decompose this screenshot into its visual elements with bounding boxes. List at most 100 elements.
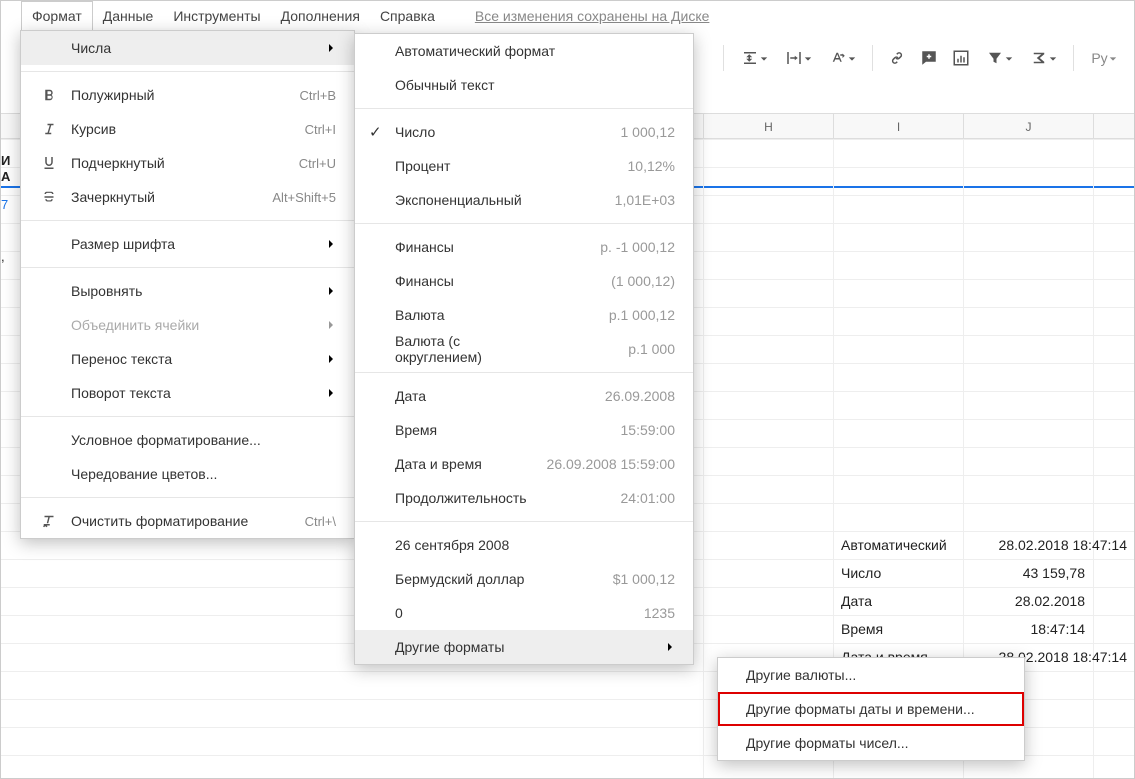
- sample-text: 26.09.2008 15:59:00: [547, 456, 675, 472]
- submenu-arrow-icon: [326, 236, 336, 252]
- fmt-more-formats[interactable]: Другие форматы: [355, 630, 693, 664]
- separator: [723, 45, 724, 71]
- cell-label[interactable]: Время: [835, 615, 961, 643]
- column-header[interactable]: J: [963, 114, 1093, 138]
- menu-align[interactable]: Выровнять: [21, 274, 354, 308]
- menu-help[interactable]: Справка: [370, 2, 445, 30]
- fmt-percent[interactable]: Процент10,12%: [355, 149, 693, 183]
- fmt-time[interactable]: Время 15:59:00: [355, 413, 693, 447]
- menu-rotate[interactable]: Поворот текста: [21, 376, 354, 410]
- menu-item-label: Очистить форматирование: [71, 513, 285, 529]
- sample-text: (1 000,12): [565, 273, 675, 289]
- shortcut: Ctrl+U: [299, 156, 336, 171]
- fmt-duration[interactable]: Продолжительность24:01:00: [355, 481, 693, 515]
- cell-value[interactable]: 28.02.2018: [965, 587, 1091, 615]
- menu-item-label: Валюта: [395, 307, 545, 323]
- clear-format-icon: [35, 512, 63, 530]
- cell-value[interactable]: 18:47:14: [965, 615, 1091, 643]
- cell-label[interactable]: Дата: [835, 587, 961, 615]
- fmt-number[interactable]: ✓Число1 000,12: [355, 115, 693, 149]
- menu-italic[interactable]: КурсивCtrl+I: [21, 112, 354, 146]
- text-wrap-button[interactable]: [778, 44, 818, 72]
- insert-chart-button[interactable]: [947, 44, 975, 72]
- sample-text: $1 000,12: [565, 571, 675, 587]
- menu-clear-format[interactable]: Очистить форматированиеCtrl+\: [21, 504, 354, 538]
- cell-label[interactable]: Автоматический: [835, 531, 981, 559]
- column-header[interactable]: [1093, 114, 1133, 138]
- fmt-scientific[interactable]: Экспоненциальный1,01E+03: [355, 183, 693, 217]
- submenu-arrow-icon: [326, 351, 336, 367]
- text-rotation-button[interactable]: [822, 44, 862, 72]
- menu-cond-format[interactable]: Условное форматирование...: [21, 423, 354, 457]
- menu-item-label: Экспоненциальный: [395, 192, 545, 208]
- menu-font-size[interactable]: Размер шрифта: [21, 227, 354, 261]
- shortcut: Ctrl+B: [300, 88, 336, 103]
- column-header[interactable]: I: [833, 114, 963, 138]
- fmt-custom1[interactable]: 26 сентября 2008: [355, 528, 693, 562]
- insert-link-button[interactable]: [883, 44, 911, 72]
- column-header[interactable]: H: [703, 114, 833, 138]
- fmt-currency2[interactable]: Валюта (с округлением)р.1 000: [355, 332, 693, 366]
- fmt-financial1[interactable]: Финансы р. -1 000,12: [355, 230, 693, 264]
- menu-numbers[interactable]: Числа: [21, 31, 354, 65]
- more-date-time-formats[interactable]: Другие форматы даты и времени...: [718, 692, 1024, 726]
- menu-item-label: Чередование цветов...: [71, 466, 336, 482]
- menu-underline[interactable]: Подчеркнутый Ctrl+U: [21, 146, 354, 180]
- sample-text: р.1 000: [565, 341, 675, 357]
- filter-button[interactable]: [979, 44, 1019, 72]
- input-tools-label: Ру: [1091, 50, 1107, 66]
- menu-bold[interactable]: Полужирный Ctrl+B: [21, 78, 354, 112]
- fmt-auto[interactable]: Автоматический формат: [355, 34, 693, 68]
- menu-item-label: Число: [395, 124, 545, 140]
- functions-button[interactable]: [1023, 44, 1063, 72]
- menu-item-label: Дата: [395, 388, 545, 404]
- sample-text: р. -1 000,12: [565, 239, 675, 255]
- number-format-submenu: Автоматический формат Обычный текст ✓Чис…: [354, 33, 694, 665]
- fmt-financial2[interactable]: Финансы(1 000,12): [355, 264, 693, 298]
- sample-text: 15:59:00: [565, 422, 675, 438]
- fmt-datetime[interactable]: Дата и время26.09.2008 15:59:00: [355, 447, 693, 481]
- fmt-plain[interactable]: Обычный текст: [355, 68, 693, 102]
- menu-data[interactable]: Данные: [93, 2, 164, 30]
- menu-item-label: Размер шрифта: [71, 236, 312, 252]
- cell-label[interactable]: Число: [835, 559, 961, 587]
- menu-addons[interactable]: Дополнения: [271, 2, 370, 30]
- menu-item-label: Автоматический формат: [395, 43, 675, 59]
- input-tools-button[interactable]: Ру: [1084, 44, 1124, 72]
- separator: [872, 45, 873, 71]
- menu-item-label: Время: [395, 422, 545, 438]
- menu-alt-colors[interactable]: Чередование цветов...: [21, 457, 354, 491]
- menu-item-label: Перенос текста: [71, 351, 312, 367]
- fmt-custom2[interactable]: Бермудский доллар$1 000,12: [355, 562, 693, 596]
- sample-text: 1 000,12: [565, 124, 675, 140]
- format-menu: Числа Полужирный Ctrl+B КурсивCtrl+I Подч…: [20, 30, 355, 539]
- cell-value[interactable]: 43 159,78: [965, 559, 1091, 587]
- more-currencies[interactable]: Другие валюты...: [718, 658, 1024, 692]
- sample-text: 26.09.2008: [565, 388, 675, 404]
- submenu-arrow-icon: [665, 639, 675, 655]
- strikethrough-icon: [35, 188, 63, 206]
- menu-format[interactable]: Формат: [21, 1, 93, 31]
- menu-item-label: Полужирный: [71, 87, 280, 103]
- italic-icon: [35, 120, 63, 138]
- menu-item-label: Курсив: [71, 121, 285, 137]
- menu-item-label: Числа: [71, 40, 312, 56]
- more-formats-submenu: Другие валюты... Другие форматы даты и в…: [717, 657, 1025, 761]
- menu-strike[interactable]: ЗачеркнутыйAlt+Shift+5: [21, 180, 354, 214]
- cell-value[interactable]: 28.02.2018 18:47:14: [965, 531, 1133, 559]
- menu-wrap[interactable]: Перенос текста: [21, 342, 354, 376]
- saved-to-drive-link[interactable]: Все изменения сохранены на Диске: [475, 8, 710, 24]
- sample-text: 1235: [565, 605, 675, 621]
- separator: [1073, 45, 1074, 71]
- more-number-formats[interactable]: Другие форматы чисел...: [718, 726, 1024, 760]
- menu-tools[interactable]: Инструменты: [163, 2, 270, 30]
- insert-comment-button[interactable]: [915, 44, 943, 72]
- fmt-date[interactable]: Дата 26.09.2008: [355, 379, 693, 413]
- shortcut: Alt+Shift+5: [272, 190, 336, 205]
- vertical-align-button[interactable]: [734, 44, 774, 72]
- menu-item-label: Подчеркнутый: [71, 155, 279, 171]
- menu-item-label: 26 сентября 2008: [395, 537, 675, 553]
- fmt-custom3[interactable]: 01235: [355, 596, 693, 630]
- menu-item-label: Финансы: [395, 239, 545, 255]
- fmt-currency1[interactable]: Валютар.1 000,12: [355, 298, 693, 332]
